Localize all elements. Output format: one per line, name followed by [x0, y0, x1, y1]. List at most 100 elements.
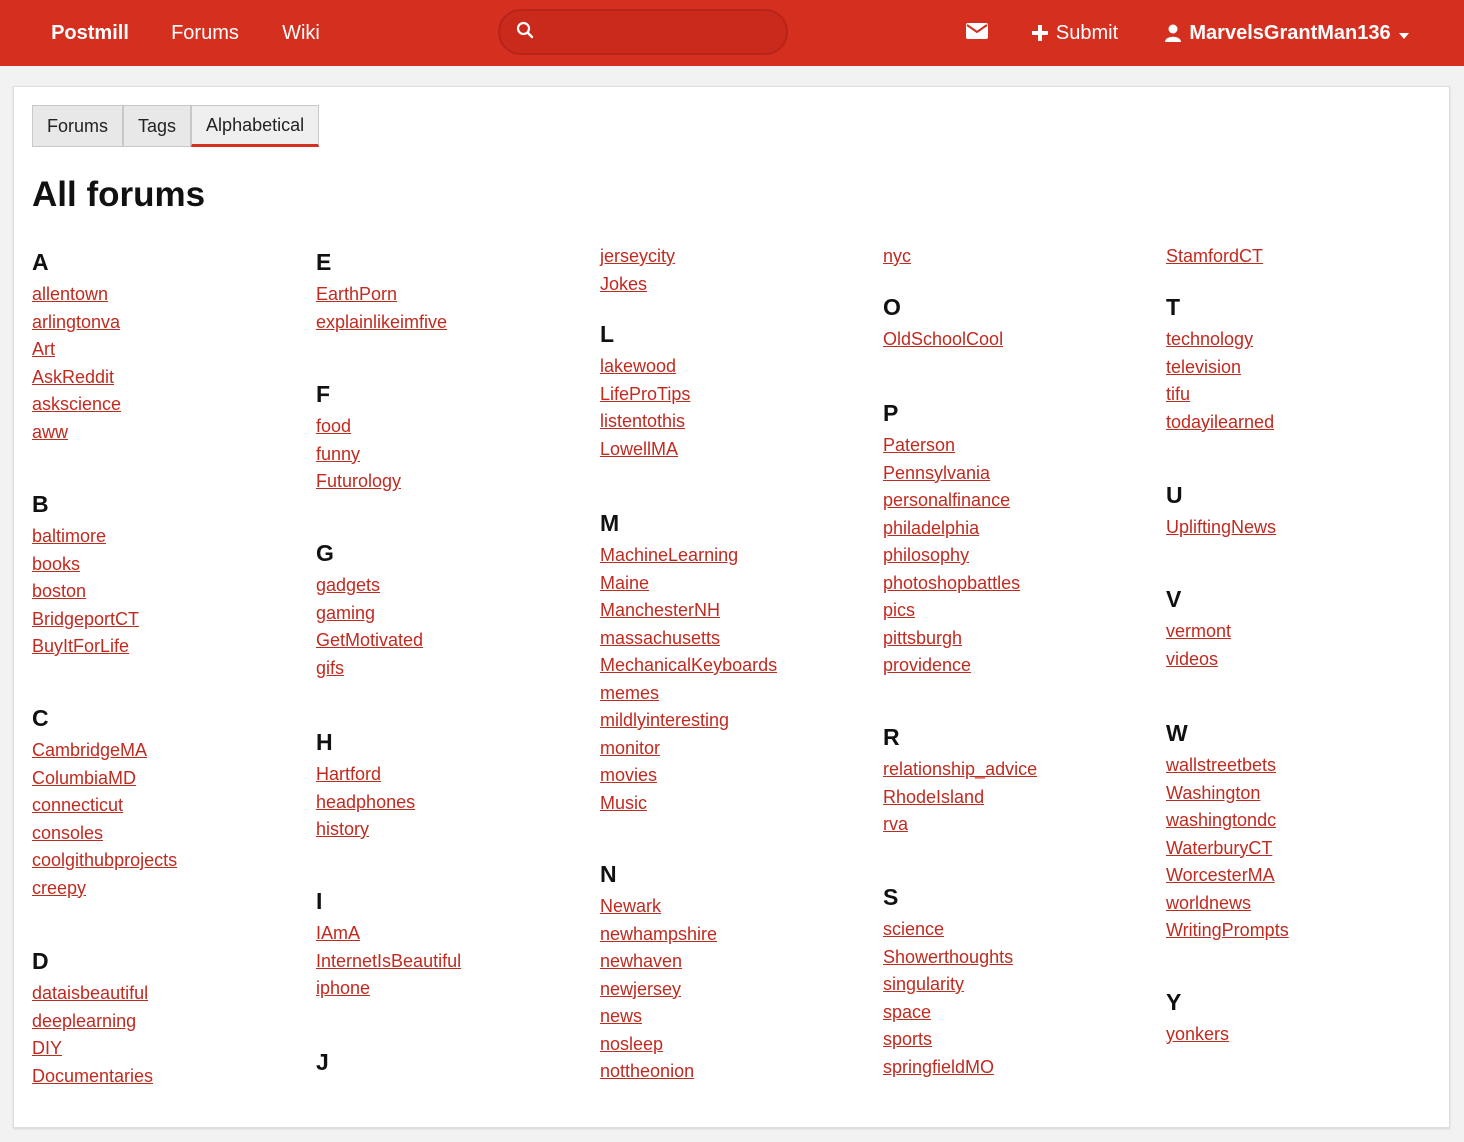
tab-forums[interactable]: Forums — [32, 105, 124, 147]
forum-link[interactable]: askscience — [32, 394, 121, 414]
forum-link[interactable]: LifeProTips — [600, 384, 690, 404]
forum-link[interactable]: allentown — [32, 284, 108, 304]
forum-link[interactable]: Showerthoughts — [883, 947, 1013, 967]
forum-link[interactable]: arlingtonva — [32, 312, 120, 332]
brand-link[interactable]: Postmill — [38, 0, 142, 66]
forum-link[interactable]: technology — [1166, 329, 1253, 349]
forum-link[interactable]: news — [600, 1006, 642, 1026]
forum-link[interactable]: baltimore — [32, 526, 106, 546]
forum-link[interactable]: mildlyinteresting — [600, 710, 729, 730]
forum-link[interactable]: gifs — [316, 658, 344, 678]
forum-link[interactable]: newhampshire — [600, 924, 717, 944]
forum-link[interactable]: Washington — [1166, 783, 1260, 803]
forum-link[interactable]: coolgithubprojects — [32, 850, 177, 870]
forum-link[interactable]: BridgeportCT — [32, 609, 139, 629]
forum-link[interactable]: relationship_advice — [883, 759, 1037, 779]
forum-link[interactable]: todayilearned — [1166, 412, 1274, 432]
forum-link[interactable]: EarthPorn — [316, 284, 397, 304]
forum-link[interactable]: WaterburyCT — [1166, 838, 1272, 858]
forum-link[interactable]: pittsburgh — [883, 628, 962, 648]
forum-link[interactable]: philosophy — [883, 545, 969, 565]
forum-link[interactable]: jerseycity — [600, 246, 675, 266]
forum-link[interactable]: massachusetts — [600, 628, 720, 648]
forum-link[interactable]: OldSchoolCool — [883, 329, 1003, 349]
forum-link[interactable]: creepy — [32, 878, 86, 898]
forum-link[interactable]: Futurology — [316, 471, 401, 491]
forum-link[interactable]: books — [32, 554, 80, 574]
forum-link[interactable]: Art — [32, 339, 55, 359]
forum-link[interactable]: Newark — [600, 896, 661, 916]
forum-link[interactable]: videos — [1166, 649, 1218, 669]
nav-forums-link[interactable]: Forums — [150, 0, 260, 66]
forum-link[interactable]: yonkers — [1166, 1024, 1229, 1044]
forum-link[interactable]: Maine — [600, 573, 649, 593]
forum-link[interactable]: Jokes — [600, 274, 647, 294]
forum-link[interactable]: consoles — [32, 823, 103, 843]
forum-link[interactable]: ColumbiaMD — [32, 768, 136, 788]
forum-link[interactable]: Music — [600, 793, 647, 813]
forum-link[interactable]: springfieldMO — [883, 1057, 994, 1077]
forum-link[interactable]: providence — [883, 655, 971, 675]
forum-link[interactable]: BuyItForLife — [32, 636, 129, 656]
forum-link[interactable]: memes — [600, 683, 659, 703]
forum-link[interactable]: nosleep — [600, 1034, 663, 1054]
forum-link[interactable]: science — [883, 919, 944, 939]
forum-link[interactable]: UpliftingNews — [1166, 517, 1276, 537]
forum-link[interactable]: washingtondc — [1166, 810, 1276, 830]
forum-link[interactable]: Paterson — [883, 435, 955, 455]
forum-link[interactable]: vermont — [1166, 621, 1231, 641]
forum-link[interactable]: headphones — [316, 792, 415, 812]
forum-link[interactable]: aww — [32, 422, 68, 442]
tab-tags[interactable]: Tags — [123, 105, 192, 147]
forum-link[interactable]: movies — [600, 765, 657, 785]
search-input[interactable] — [542, 21, 772, 43]
forum-link[interactable]: connecticut — [32, 795, 123, 815]
forum-link[interactable]: StamfordCT — [1166, 246, 1263, 266]
forum-link[interactable]: singularity — [883, 974, 964, 994]
forum-link[interactable]: Pennsylvania — [883, 463, 990, 483]
forum-link[interactable]: philadelphia — [883, 518, 979, 538]
forum-link[interactable]: newhaven — [600, 951, 682, 971]
forum-link[interactable]: nottheonion — [600, 1061, 694, 1081]
forum-link[interactable]: InternetIsBeautiful — [316, 951, 461, 971]
forum-link[interactable]: AskReddit — [32, 367, 114, 387]
forum-link[interactable]: iphone — [316, 978, 370, 998]
forum-link[interactable]: television — [1166, 357, 1241, 377]
forum-link[interactable]: boston — [32, 581, 86, 601]
forum-link[interactable]: GetMotivated — [316, 630, 423, 650]
nav-wiki-link[interactable]: Wiki — [262, 0, 340, 66]
forum-link[interactable]: LowellMA — [600, 439, 678, 459]
forum-link[interactable]: WritingPrompts — [1166, 920, 1289, 940]
submit-button[interactable]: Submit — [1009, 0, 1141, 66]
messages-button[interactable] — [947, 0, 1007, 66]
forum-link[interactable]: deeplearning — [32, 1011, 136, 1031]
forum-link[interactable]: history — [316, 819, 369, 839]
forum-link[interactable]: RhodeIsland — [883, 787, 984, 807]
forum-link[interactable]: ManchesterNH — [600, 600, 720, 620]
forum-link[interactable]: WorcesterMA — [1166, 865, 1275, 885]
forum-link[interactable]: funny — [316, 444, 360, 464]
forum-link[interactable]: lakewood — [600, 356, 676, 376]
forum-link[interactable]: IAmA — [316, 923, 360, 943]
forum-link[interactable]: nyc — [883, 246, 911, 266]
forum-link[interactable]: listentothis — [600, 411, 685, 431]
forum-link[interactable]: newjersey — [600, 979, 681, 999]
forum-link[interactable]: wallstreetbets — [1166, 755, 1276, 775]
forum-link[interactable]: personalfinance — [883, 490, 1010, 510]
forum-link[interactable]: MachineLearning — [600, 545, 738, 565]
forum-link[interactable]: gadgets — [316, 575, 380, 595]
forum-link[interactable]: DIY — [32, 1038, 62, 1058]
forum-link[interactable]: rva — [883, 814, 908, 834]
user-menu-button[interactable]: MarvelsGrantMan136 — [1143, 0, 1431, 66]
forum-link[interactable]: food — [316, 416, 351, 436]
forum-link[interactable]: Hartford — [316, 764, 381, 784]
forum-link[interactable]: photoshopbattles — [883, 573, 1020, 593]
forum-link[interactable]: gaming — [316, 603, 375, 623]
forum-link[interactable]: worldnews — [1166, 893, 1251, 913]
forum-link[interactable]: Documentaries — [32, 1066, 153, 1086]
forum-link[interactable]: MechanicalKeyboards — [600, 655, 777, 675]
forum-link[interactable]: dataisbeautiful — [32, 983, 148, 1003]
forum-link[interactable]: pics — [883, 600, 915, 620]
forum-link[interactable]: sports — [883, 1029, 932, 1049]
forum-link[interactable]: space — [883, 1002, 931, 1022]
